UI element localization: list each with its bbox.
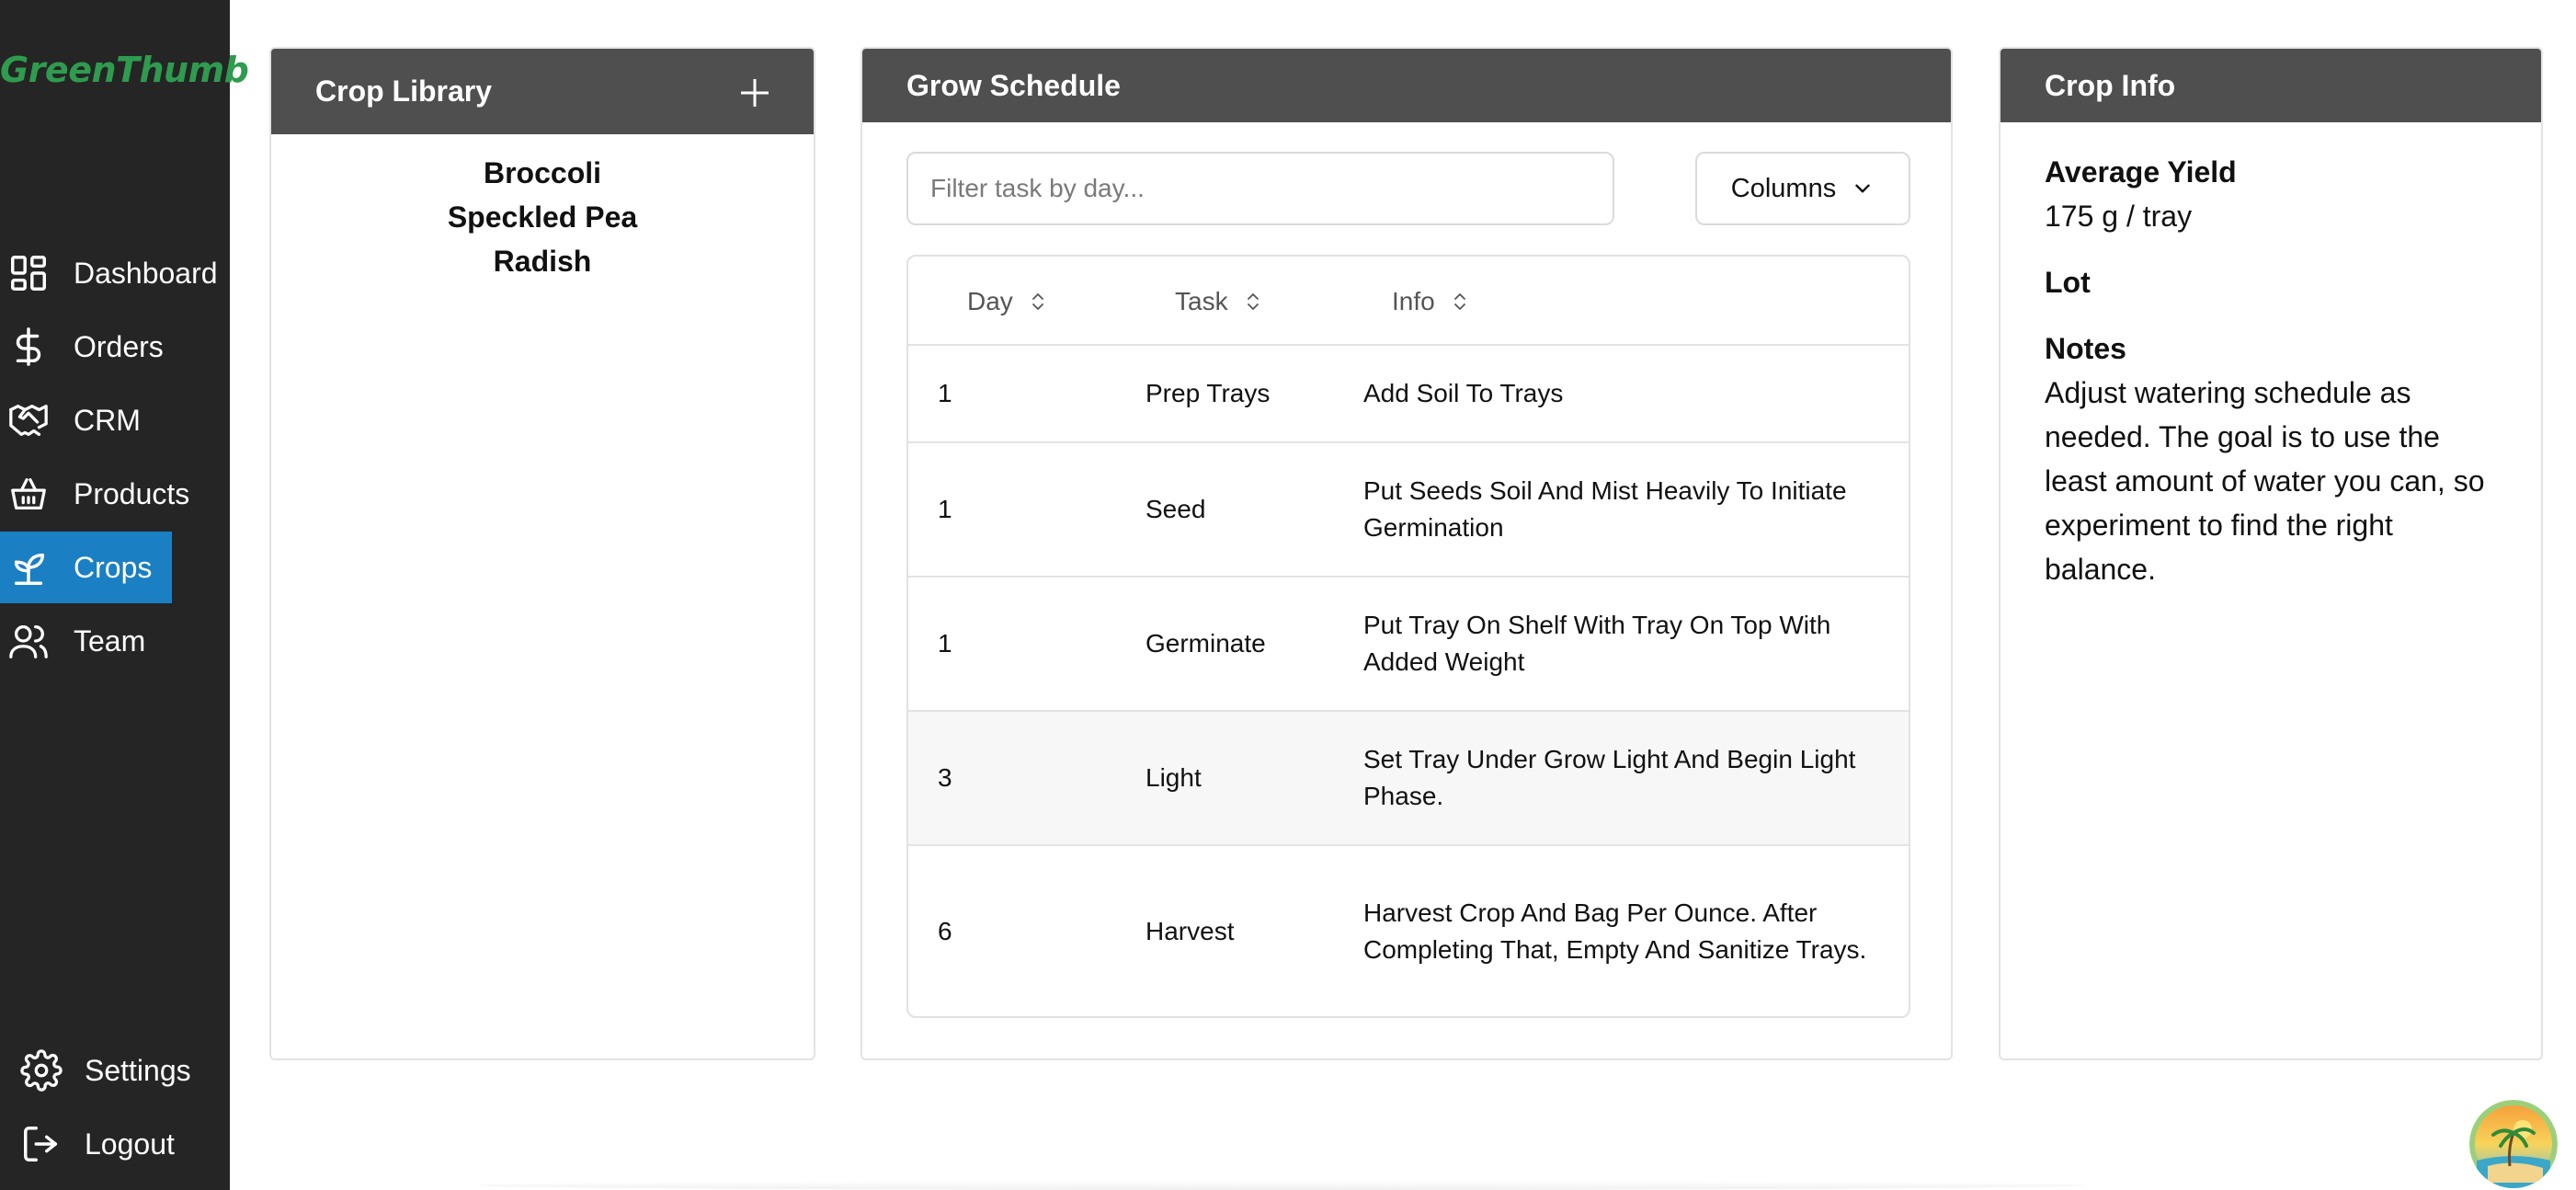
crop-library-header: Crop Library: [271, 49, 814, 134]
filter-input[interactable]: [906, 152, 1614, 225]
cell-day: 1: [938, 379, 952, 407]
sidebar-item-crops[interactable]: Crops: [0, 532, 172, 603]
column-header-label: Info: [1392, 286, 1435, 315]
avatar[interactable]: [2469, 1100, 2558, 1188]
sidebar-item-team[interactable]: Team: [0, 605, 145, 677]
logout-icon: [20, 1123, 63, 1165]
columns-button-label: Columns: [1730, 173, 1837, 203]
lot-section: Lot: [2045, 260, 2497, 304]
grow-schedule-header: Grow Schedule: [862, 49, 1951, 122]
notes-section: Notes Adjust watering schedule as needed…: [2045, 326, 2497, 591]
notes-value: Adjust watering schedule as needed. The …: [2045, 376, 2485, 586]
lot-label: Lot: [2045, 266, 2091, 299]
sidebar-item-products[interactable]: Products: [0, 458, 189, 530]
sidebar-item-label: Logout: [85, 1127, 175, 1161]
column-header-label: Task: [1175, 286, 1228, 315]
crop-list: Broccoli Speckled Pea Radish: [271, 134, 814, 283]
column-header-task[interactable]: Task: [1175, 257, 1263, 346]
dashboard-icon: [7, 252, 50, 294]
table-row[interactable]: 6 Harvest Harvest Crop And Bag Per Ounce…: [908, 846, 1909, 1016]
sidebar-item-settings[interactable]: Settings: [0, 1035, 191, 1106]
cell-info: Put Seeds Soil And Mist Heavily To Initi…: [1363, 476, 1847, 542]
cell-day: 3: [938, 763, 952, 792]
table-row[interactable]: 1 Seed Put Seeds Soil And Mist Heavily T…: [908, 443, 1909, 578]
sidebar-item-dashboard[interactable]: Dashboard: [0, 237, 218, 309]
app-logo: GreenThumb: [0, 50, 249, 90]
sidebar-item-label: Orders: [74, 329, 164, 363]
cell-task: Light: [1146, 763, 1202, 792]
sidebar-item-crm[interactable]: CRM: [0, 384, 141, 456]
crop-library-panel: Crop Library Broccoli Speckled Pea Radis…: [269, 47, 815, 1060]
notes-label: Notes: [2045, 332, 2126, 365]
basket-icon: [7, 473, 50, 515]
dollar-icon: [7, 326, 50, 368]
chevron-down-icon: [1855, 184, 1870, 193]
table-row[interactable]: 1 Prep Trays Add Soil To Trays: [908, 346, 1909, 443]
grow-schedule-panel: Grow Schedule Columns Day Task Info 1 Pr…: [861, 47, 1953, 1060]
panel-title: Grow Schedule: [906, 68, 1121, 102]
sidebar-item-label: Products: [74, 476, 190, 510]
cell-info: Set Tray Under Grow Light And Begin Ligh…: [1363, 745, 1856, 810]
column-header-label: Day: [967, 286, 1013, 315]
cell-day: 1: [938, 495, 952, 523]
sort-icon: [1453, 292, 1465, 310]
cell-task: Seed: [1146, 495, 1206, 523]
sidebar: GreenThumb Dashboard Orders CRM Products…: [0, 0, 249, 1190]
cell-info: Harvest Crop And Bag Per Ounce. After Co…: [1363, 898, 1867, 964]
sprout-icon: [7, 546, 50, 589]
crop-info-panel: Crop Info Average Yield 175 g / tray Lot…: [1999, 47, 2543, 1060]
beach-avatar-icon: [2469, 1100, 2558, 1188]
column-header-day[interactable]: Day: [967, 257, 1048, 346]
sidebar-item-label: Settings: [85, 1053, 191, 1087]
sort-icon: [1032, 292, 1043, 310]
average-yield-value: 175 g / tray: [2045, 200, 2193, 233]
sidebar-item-label: Crops: [74, 550, 153, 584]
crop-info-header: Crop Info: [2000, 49, 2541, 122]
sidebar-item-label: CRM: [74, 403, 141, 437]
sidebar-item-label: Dashboard: [74, 256, 218, 290]
users-icon: [7, 620, 50, 662]
gear-icon: [20, 1049, 63, 1092]
panel-title: Crop Info: [2045, 68, 2176, 102]
cell-task: Germinate: [1146, 629, 1266, 658]
column-header-info[interactable]: Info: [1392, 257, 1470, 346]
average-yield-label: Average Yield: [2045, 155, 2237, 189]
crop-item-radish[interactable]: Radish: [271, 239, 814, 283]
table-row[interactable]: 1 Germinate Put Tray On Shelf With Tray …: [908, 578, 1909, 712]
columns-button[interactable]: Columns: [1695, 152, 1910, 225]
crop-info-body: Average Yield 175 g / tray Lot Notes Adj…: [2000, 122, 2541, 591]
handshake-icon: [7, 399, 50, 441]
cell-day: 6: [938, 917, 952, 945]
cell-info: Add Soil To Trays: [1363, 379, 1564, 407]
average-yield-section: Average Yield 175 g / tray: [2045, 150, 2497, 238]
cell-task: Prep Trays: [1146, 379, 1271, 407]
schedule-table: Day Task Info 1 Prep Trays Add Soil To T…: [906, 255, 1910, 1018]
sidebar-item-orders[interactable]: Orders: [0, 311, 164, 383]
sidebar-item-logout[interactable]: Logout: [0, 1108, 175, 1180]
crop-item-broccoli[interactable]: Broccoli: [271, 151, 814, 195]
table-header: Day Task Info: [908, 257, 1909, 346]
cell-day: 1: [938, 629, 952, 658]
panel-title: Crop Library: [315, 74, 493, 108]
sidebar-item-label: Team: [74, 624, 146, 658]
cell-task: Harvest: [1146, 917, 1235, 945]
cell-info: Put Tray On Shelf With Tray On Top With …: [1363, 611, 1831, 676]
page-shadow: [478, 1181, 2087, 1190]
add-crop-button[interactable]: [738, 76, 771, 109]
table-row[interactable]: 3 Light Set Tray Under Grow Light And Be…: [908, 712, 1909, 846]
plus-icon: [741, 79, 769, 107]
crop-item-speckled-pea[interactable]: Speckled Pea: [271, 195, 814, 239]
sort-icon: [1247, 292, 1259, 310]
